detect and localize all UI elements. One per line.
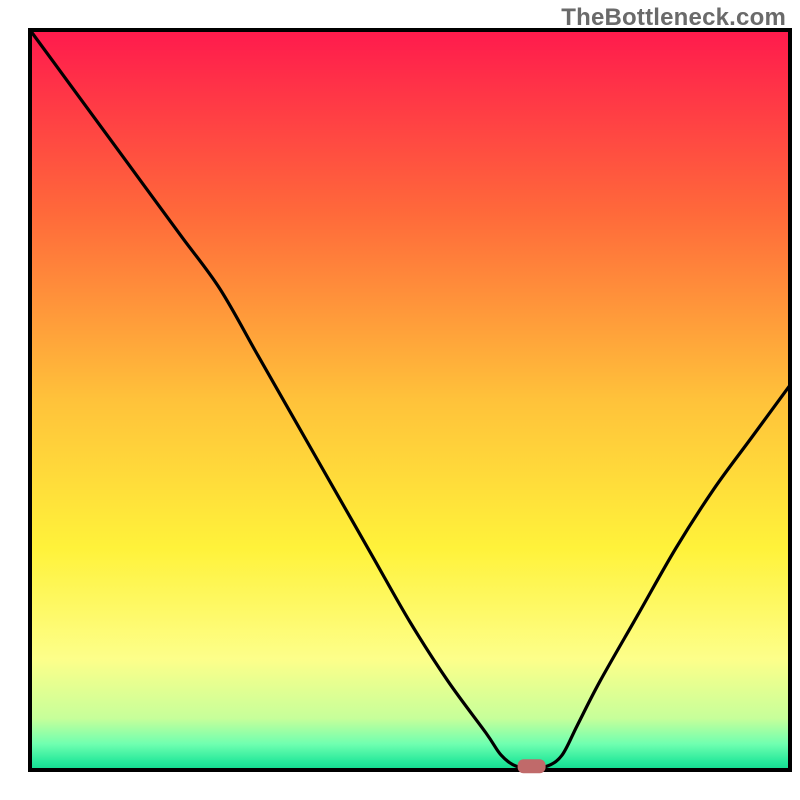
chart-container: TheBottleneck.com <box>0 0 800 800</box>
plot-background <box>30 30 790 770</box>
optimal-marker <box>518 759 546 773</box>
bottleneck-chart <box>0 0 800 800</box>
